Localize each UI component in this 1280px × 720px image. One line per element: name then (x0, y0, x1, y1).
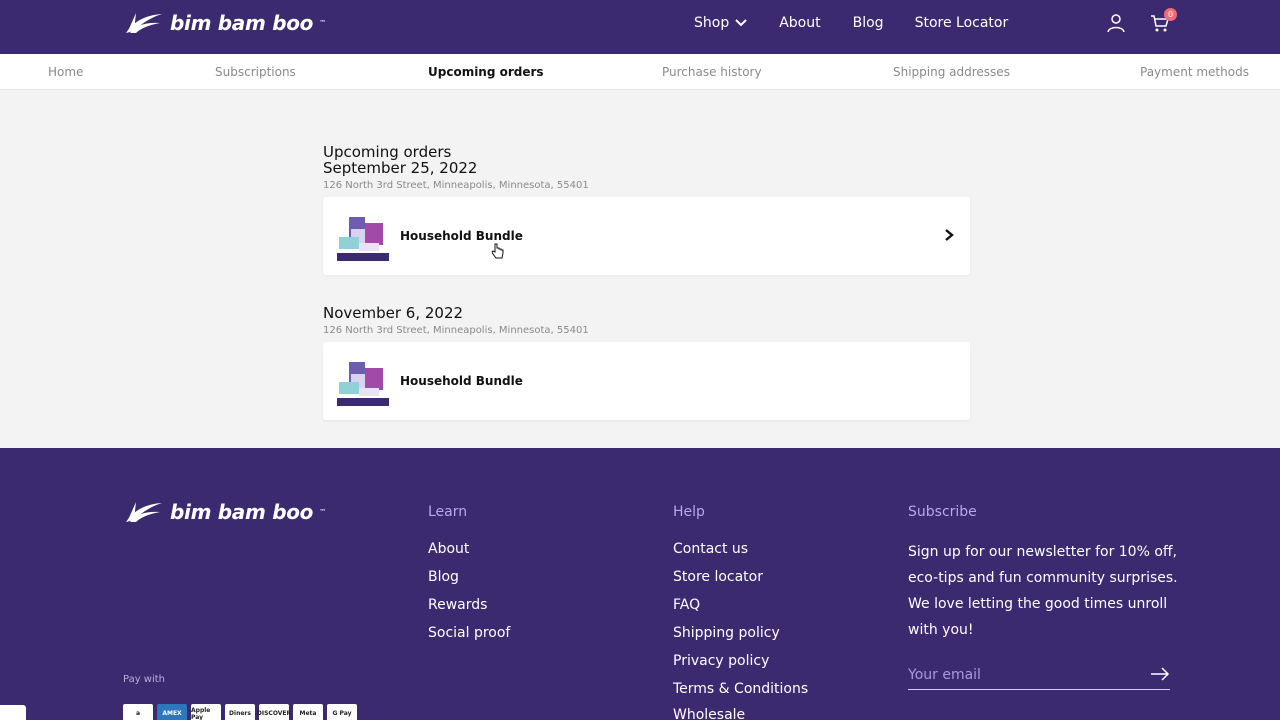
amazon-pay-icon: a (123, 704, 153, 720)
newsletter-description: Sign up for our newsletter for 10% off, … (908, 544, 1178, 638)
footer-link-faq[interactable]: FAQ (673, 597, 700, 613)
brand-logo[interactable]: bim bam boo ™ (124, 11, 326, 35)
footer-link-store-locator[interactable]: Store locator (673, 569, 763, 585)
subnav-upcoming-orders[interactable]: Upcoming orders (428, 65, 544, 79)
footer-link-privacy-policy[interactable]: Privacy policy (673, 653, 769, 669)
footer-link-rewards[interactable]: Rewards (428, 597, 487, 613)
nav-about-label: About (779, 15, 821, 31)
nav-blog[interactable]: Blog (853, 15, 884, 31)
order-address: 126 North 3rd Street, Minneapolis, Minne… (323, 180, 589, 191)
subnav-payment-methods[interactable]: Payment methods (1140, 65, 1249, 79)
arrow-right-icon[interactable] (1150, 666, 1170, 682)
nav-store-locator[interactable]: Store Locator (915, 15, 1009, 31)
subnav-home[interactable]: Home (48, 65, 83, 79)
nav-shop[interactable]: Shop (694, 15, 747, 31)
footer-link-social-proof[interactable]: Social proof (428, 625, 510, 641)
footer-brand-name: bim bam boo (170, 500, 314, 524)
chevron-down-icon (735, 19, 747, 27)
product-thumbnail (337, 217, 389, 261)
footer-link-terms[interactable]: Terms & Conditions (673, 681, 808, 697)
product-name: Household Bundle (400, 374, 523, 388)
product-thumbnail (337, 362, 389, 406)
footer-link-contact-us[interactable]: Contact us (673, 541, 748, 557)
footer-link-shipping-policy[interactable]: Shipping policy (673, 625, 780, 641)
order-card[interactable]: Household Bundle (323, 197, 970, 275)
order-date: November 6, 2022 (323, 304, 464, 322)
chevron-right-icon[interactable] (942, 227, 956, 243)
subnav-shipping-addresses[interactable]: Shipping addresses (893, 65, 1010, 79)
leaf-logo-icon (126, 502, 162, 522)
newsletter-email-input[interactable] (908, 664, 1138, 686)
cart-count-badge: 0 (1164, 8, 1177, 21)
nav-shop-label: Shop (694, 15, 730, 31)
meta-pay-icon: Meta (293, 704, 323, 720)
subnav-subscriptions[interactable]: Subscriptions (215, 65, 296, 79)
nav-store-locator-label: Store Locator (914, 15, 1009, 31)
google-pay-icon: G Pay (327, 704, 357, 720)
page-title: Upcoming orders (323, 143, 452, 161)
main-nav: Shop About Blog Store Locator (694, 15, 1008, 31)
diners-club-icon: Diners (225, 704, 255, 720)
footer-link-wholesale[interactable]: Wholesale (673, 707, 745, 720)
order-address: 126 North 3rd Street, Minneapolis, Minne… (323, 325, 589, 336)
cart-button[interactable]: 0 (1149, 8, 1177, 34)
leaf-logo-icon (126, 13, 162, 33)
apple-pay-icon: Apple Pay (191, 704, 221, 720)
header-actions: 0 (1105, 8, 1177, 34)
upcoming-orders-section: Upcoming orders September 25, 2022 126 N… (323, 144, 970, 420)
order-card[interactable]: Household Bundle (323, 342, 970, 420)
footer-subscribe-title: Subscribe (908, 504, 977, 520)
brand-name: bim bam boo (170, 11, 314, 35)
product-name: Household Bundle (400, 229, 523, 243)
footer-brand-logo[interactable]: bim bam boo ™ (124, 500, 326, 524)
user-icon (1107, 14, 1125, 33)
subnav-purchase-history[interactable]: Purchase history (662, 65, 762, 79)
chat-widget-tab[interactable] (0, 705, 26, 720)
footer-link-about[interactable]: About (428, 541, 469, 557)
nav-about[interactable]: About (779, 15, 820, 31)
footer-link-blog[interactable]: Blog (428, 569, 459, 585)
hand-cursor-icon (491, 243, 504, 259)
nav-blog-label: Blog (852, 15, 884, 31)
footer-brand-trademark: ™ (319, 508, 327, 516)
footer-help-title: Help (673, 504, 705, 520)
newsletter-form (908, 664, 1170, 690)
footer-learn-title: Learn (428, 504, 468, 520)
discover-icon: DISCOVER (257, 704, 291, 720)
pay-with-label: Pay with (123, 674, 166, 685)
site-footer: bim bam boo ™ Learn About Blog Rewards S… (0, 448, 1280, 720)
account-button[interactable] (1105, 12, 1127, 34)
site-header: bim bam boo ™ Shop About Blog Store Loca… (0, 0, 1280, 54)
order-date: September 25, 2022 (323, 159, 478, 177)
amex-icon: AMEX (157, 704, 187, 720)
payment-methods: a AMEX Apple Pay Diners DISCOVER Meta G … (123, 704, 357, 720)
account-subnav: Home Subscriptions Upcoming orders Purch… (0, 54, 1280, 90)
brand-trademark: ™ (319, 19, 327, 27)
